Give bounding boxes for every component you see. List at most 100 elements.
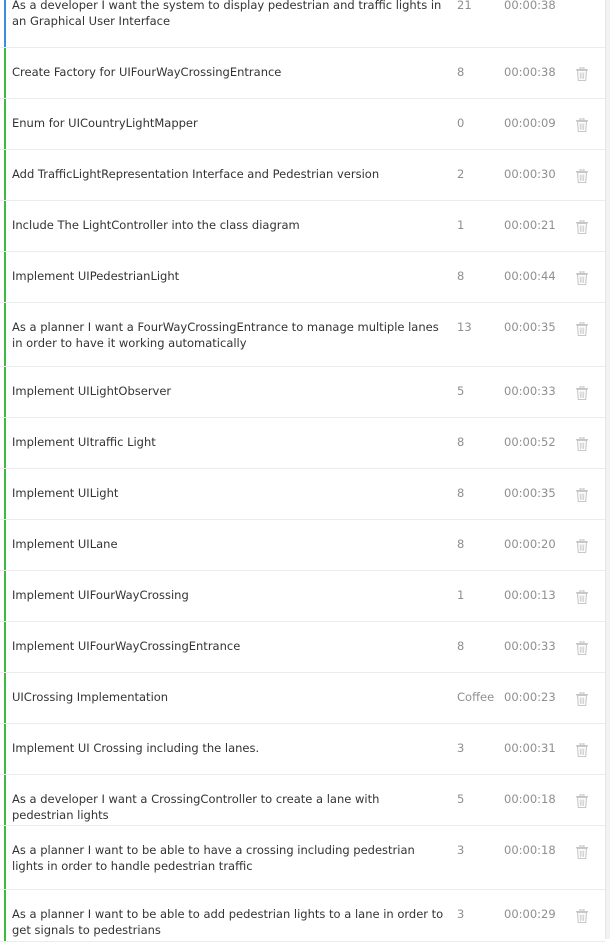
status-bar <box>4 673 6 723</box>
story-row[interactable]: Implement UIFourWayCrossingEntrance 8 00:0… <box>0 622 605 673</box>
story-row[interactable]: UICrossing ImplementationCoffee00:00:23 <box>0 673 605 724</box>
status-bar <box>4 775 6 825</box>
status-bar <box>4 890 6 941</box>
status-bar <box>4 48 6 98</box>
story-points: 8 <box>457 64 464 80</box>
story-time: 00:00:18 <box>504 842 556 858</box>
story-points: 5 <box>457 383 464 399</box>
story-time: 00:00:09 <box>504 115 556 131</box>
story-time: 00:00:20 <box>504 536 556 552</box>
story-points: 8 <box>457 485 464 501</box>
trash-icon[interactable] <box>576 793 588 807</box>
story-time: 00:00:21 <box>504 217 556 233</box>
story-title: As a developer I want the system to disp… <box>12 0 444 29</box>
trash-icon[interactable] <box>576 168 588 182</box>
story-title: Implement UIPedestrianLight <box>12 268 444 284</box>
trash-icon[interactable] <box>576 219 588 233</box>
story-row[interactable]: Create Factory for UIFourWayCrossingEntr… <box>0 48 605 99</box>
story-points: 3 <box>457 906 464 922</box>
story-points: Coffee <box>457 689 494 705</box>
story-title: Implement UI Crossing including the lane… <box>12 740 444 756</box>
story-row[interactable]: Enum for UICountryLightMapper 0 00:00:09 <box>0 99 605 150</box>
story-time: 00:00:35 <box>504 485 556 501</box>
trash-icon[interactable] <box>576 385 588 399</box>
story-row[interactable]: Implement UIFourWayCrossing 1 00:00:13 <box>0 571 605 622</box>
status-bar <box>4 252 6 302</box>
story-row[interactable]: As a planner I want a FourWayCrossingEnt… <box>0 303 605 367</box>
story-row[interactable]: Implement UILane 8 00:00:20 <box>0 520 605 571</box>
story-time: 00:00:35 <box>504 319 556 335</box>
trash-icon[interactable] <box>576 66 588 80</box>
story-row[interactable]: As a developer I want the system to disp… <box>0 0 605 48</box>
story-time: 00:00:33 <box>504 638 556 654</box>
status-bar <box>4 303 6 366</box>
story-row[interactable]: Implement UILightObserver 5 00:00:33 <box>0 367 605 418</box>
story-points: 8 <box>457 638 464 654</box>
story-row[interactable]: As a developer I want a CrossingControll… <box>0 775 605 826</box>
story-points: 8 <box>457 536 464 552</box>
story-title: As a developer I want a CrossingControll… <box>12 791 444 823</box>
trash-icon[interactable] <box>576 640 588 654</box>
story-time: 00:00:52 <box>504 434 556 450</box>
status-bar <box>4 520 6 570</box>
story-row[interactable]: Include The LightController into the cla… <box>0 201 605 252</box>
status-bar <box>4 99 6 149</box>
story-time: 00:00:38 <box>504 64 556 80</box>
story-row[interactable]: Implement UILight800:00:35 <box>0 469 605 520</box>
story-row[interactable]: Add TrafficLightRepresentation Interface… <box>0 150 605 201</box>
story-title: As a planner I want to be able to have a… <box>12 842 444 874</box>
story-time: 00:00:44 <box>504 268 556 284</box>
story-title: Implement UIFourWayCrossingEntrance <box>12 638 444 654</box>
story-row[interactable]: Implement UI Crossing including the lane… <box>0 724 605 775</box>
status-bar <box>4 622 6 672</box>
story-title: Implement UILightObserver <box>12 383 444 399</box>
story-row[interactable]: As a planner I want to be able to add pe… <box>0 890 605 942</box>
story-time: 00:00:38 <box>504 0 556 13</box>
story-time: 00:00:13 <box>504 587 556 603</box>
story-points: 1 <box>457 217 464 233</box>
trash-icon[interactable] <box>576 691 588 705</box>
story-points: 8 <box>457 268 464 284</box>
story-title: As a planner I want to be able to add pe… <box>12 906 444 938</box>
story-row[interactable]: As a planner I want to be able to have a… <box>0 826 605 890</box>
story-time: 00:00:23 <box>504 689 556 705</box>
status-bar <box>4 367 6 417</box>
status-bar <box>4 571 6 621</box>
story-title: Include The LightController into the cla… <box>12 217 444 233</box>
story-title: Enum for UICountryLightMapper <box>12 115 444 131</box>
trash-icon[interactable] <box>576 321 588 335</box>
trash-icon[interactable] <box>576 270 588 284</box>
story-title: Create Factory for UIFourWayCrossingEntr… <box>12 64 444 80</box>
status-bar <box>4 826 6 889</box>
trash-icon[interactable] <box>576 742 588 756</box>
story-time: 00:00:18 <box>504 791 556 807</box>
story-time: 00:00:30 <box>504 166 556 182</box>
story-row[interactable]: Implement UItraffic Light800:00:52 <box>0 418 605 469</box>
story-title: Implement UItraffic Light <box>12 434 444 450</box>
story-title: As a planner I want a FourWayCrossingEnt… <box>12 319 444 351</box>
story-points: 1 <box>457 587 464 603</box>
status-bar <box>4 150 6 200</box>
story-title: Implement UIFourWayCrossing <box>12 587 444 603</box>
trash-icon[interactable] <box>576 844 588 858</box>
status-bar <box>4 418 6 468</box>
story-row[interactable]: Implement UIPedestrianLight 8 00:00:44 <box>0 252 605 303</box>
trash-icon[interactable] <box>576 538 588 552</box>
scrollbar[interactable] <box>605 0 610 939</box>
status-bar <box>4 201 6 251</box>
status-bar <box>4 0 6 47</box>
story-title: Implement UILane <box>12 536 444 552</box>
story-points: 21 <box>457 0 472 13</box>
trash-icon[interactable] <box>576 436 588 450</box>
trash-icon[interactable] <box>576 908 588 922</box>
trash-icon[interactable] <box>576 589 588 603</box>
story-points: 5 <box>457 791 464 807</box>
trash-icon[interactable] <box>576 487 588 501</box>
story-points: 3 <box>457 842 464 858</box>
story-points: 2 <box>457 166 464 182</box>
story-points: 0 <box>457 115 464 131</box>
story-time: 00:00:33 <box>504 383 556 399</box>
status-bar <box>4 469 6 519</box>
story-points: 13 <box>457 319 472 335</box>
trash-icon[interactable] <box>576 117 588 131</box>
